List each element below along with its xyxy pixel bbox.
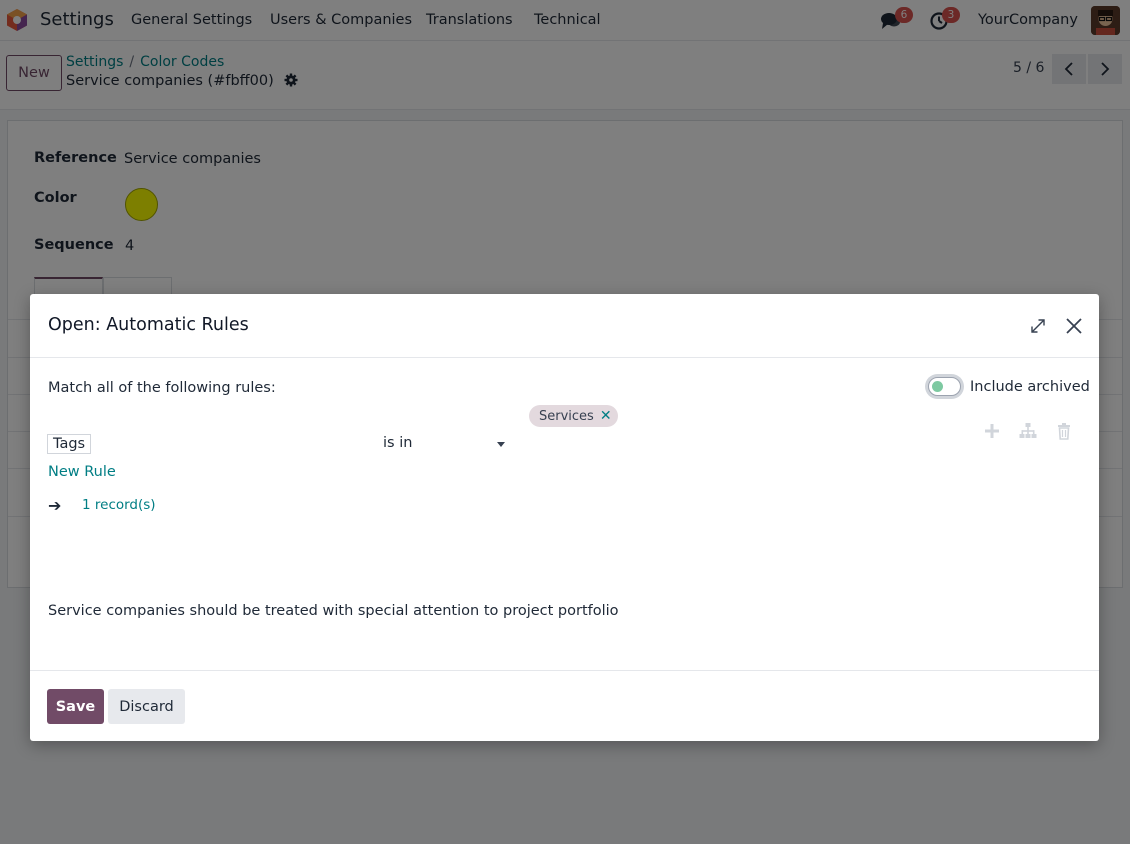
expand-icon[interactable] [1029,317,1047,335]
include-archived-toggle[interactable] [928,377,961,396]
rule-field-selector[interactable]: Tags [47,434,92,454]
automatic-rules-dialog: Open: Automatic Rules Match all of the f… [30,294,1099,741]
include-archived-label[interactable]: Include archived [970,379,1090,395]
trash-icon[interactable] [1055,422,1073,440]
dialog-title: Open: Automatic Rules [48,315,249,335]
matching-records-link[interactable]: 1 record(s) [82,497,156,513]
caret-down-icon [497,442,505,447]
rule-operator-select[interactable]: is in [383,435,505,451]
rule-note[interactable]: Service companies should be treated with… [48,603,619,619]
add-rule-icon[interactable] [983,422,1001,440]
new-rule-link[interactable]: New Rule [48,464,116,480]
dialog-header: Open: Automatic Rules [30,294,1099,358]
match-text: Match all of the following rules: [48,380,276,396]
arrow-right-icon: ➔ [48,496,62,515]
close-icon[interactable] [1064,316,1084,336]
rule-operator-value: is in [383,435,413,451]
tag-chip-label: Services [539,408,594,424]
remove-tag-icon[interactable]: ✕ [600,408,612,424]
dialog-footer: Save Discard [30,670,1099,741]
include-archived: Include archived [928,377,1090,396]
discard-button[interactable]: Discard [108,689,185,724]
save-button[interactable]: Save [47,689,104,724]
toggle-knob [932,381,943,392]
tag-chip-services: Services ✕ [529,405,618,427]
add-branch-icon[interactable] [1019,422,1037,440]
